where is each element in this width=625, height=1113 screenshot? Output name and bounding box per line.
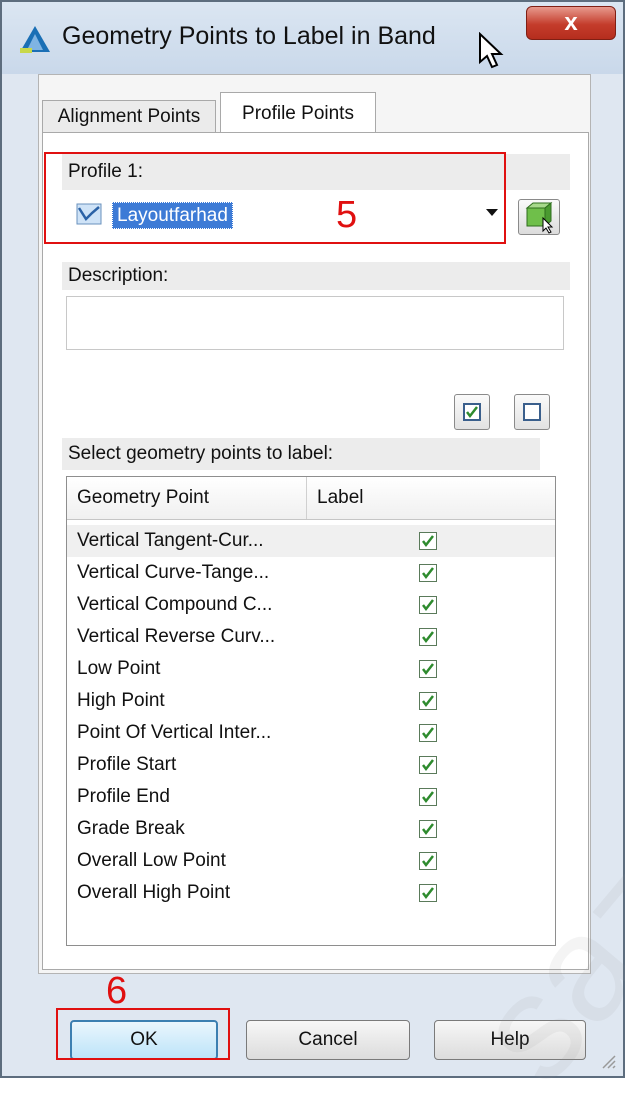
checkmark-icon [422,535,434,548]
label-checkbox[interactable] [419,660,437,678]
geometry-point-name: Point Of Vertical Inter... [77,722,272,743]
table-row[interactable]: Overall Low Point [67,845,555,877]
column-header-geometry-point[interactable]: Geometry Point [67,477,307,519]
check-all-icon [463,403,481,421]
tab-profile-points[interactable]: Profile Points [220,92,376,134]
geometry-point-name: Overall Low Point [77,850,226,871]
select-points-label: Select geometry points to label: [68,443,334,464]
annotation-number-6: 6 [106,970,128,1012]
label-checkbox[interactable] [419,852,437,870]
table-row[interactable]: Vertical Compound C... [67,589,555,621]
tab-alignment-points[interactable]: Alignment Points [42,100,216,132]
checkmark-icon [422,727,434,740]
description-section-header: Description: [62,262,570,290]
checkmark-icon [422,631,434,644]
table-row[interactable]: Vertical Tangent-Cur... [67,525,555,557]
close-button[interactable]: x [526,6,616,40]
table-row[interactable]: Low Point [67,653,555,685]
label-checkbox[interactable] [419,756,437,774]
dialog-title: Geometry Points to Label in Band [62,22,436,50]
table-row[interactable]: Vertical Reverse Curv... [67,621,555,653]
label-checkbox[interactable] [419,788,437,806]
column-header-label[interactable]: Label [307,477,555,519]
checkmark-icon [422,855,434,868]
label-checkbox[interactable] [419,884,437,902]
title-bar[interactable]: Geometry Points to Label in Band x [2,2,623,74]
checkmark-icon [422,791,434,804]
select-points-section-header: Select geometry points to label: [62,438,540,470]
geometry-point-name: Profile End [77,786,170,807]
checkmark-icon [422,567,434,580]
annotation-box-ok [56,1008,230,1060]
uncheck-all-button[interactable] [514,394,550,430]
geometry-point-name: Profile Start [77,754,177,775]
grid-header: Geometry Point Label [67,477,555,520]
geometry-point-name: High Point [77,690,165,711]
uncheck-all-icon [523,403,541,421]
checkmark-icon [422,823,434,836]
table-row[interactable]: Profile End [67,781,555,813]
table-row[interactable]: Vertical Curve-Tange... [67,557,555,589]
geometry-point-name: Vertical Tangent-Cur... [77,530,264,551]
label-checkbox[interactable] [419,820,437,838]
checkmark-icon [422,599,434,612]
pick-from-drawing-button[interactable] [518,199,560,235]
civil3d-app-icon [20,26,50,53]
checkmark-icon [422,663,434,676]
geometry-point-name: Vertical Compound C... [77,594,273,615]
annotation-number-5: 5 [336,194,358,236]
table-row[interactable]: Grade Break [67,813,555,845]
geometry-point-name: Vertical Curve-Tange... [77,562,270,583]
geometry-point-name: Overall High Point [77,882,231,903]
checkmark-icon [422,759,434,772]
checkmark-icon [422,887,434,900]
check-all-button[interactable] [454,394,490,430]
table-row[interactable]: Overall High Point [67,877,555,909]
label-checkbox[interactable] [419,692,437,710]
annotation-box-profile [44,152,506,244]
close-icon: x [564,9,578,36]
geometry-point-name: Vertical Reverse Curv... [77,626,276,647]
checkmark-icon [422,695,434,708]
description-label: Description: [68,265,169,286]
cancel-button[interactable]: Cancel [246,1020,410,1060]
geometry-point-name: Low Point [77,658,161,679]
table-row[interactable]: High Point [67,685,555,717]
table-row[interactable]: Point Of Vertical Inter... [67,717,555,749]
description-field[interactable] [66,296,564,350]
table-row[interactable]: Profile Start [67,749,555,781]
label-checkbox[interactable] [419,628,437,646]
label-checkbox[interactable] [419,532,437,550]
label-checkbox[interactable] [419,564,437,582]
geometry-points-grid[interactable]: Geometry Point Label Vertical Tangent-Cu… [66,476,556,946]
pick-profile-icon [525,201,554,234]
mouse-cursor-icon [479,32,504,69]
label-checkbox[interactable] [419,596,437,614]
geometry-point-name: Grade Break [77,818,185,839]
label-checkbox[interactable] [419,724,437,742]
